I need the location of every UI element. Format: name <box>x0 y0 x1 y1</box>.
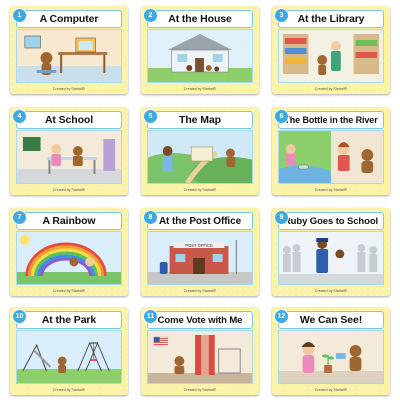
book-illustration <box>16 29 122 83</box>
book-illustration <box>278 231 384 285</box>
book-title-bar: 3 At the Library <box>274 8 384 28</box>
book-credit: Created by Starfall® <box>52 87 86 91</box>
post-office-sign: POST OFFICE <box>185 243 213 248</box>
book-credit: Created by Starfall® <box>314 388 348 392</box>
book-number-badge: 9 <box>274 210 289 225</box>
book-card[interactable]: 9 Ruby Goes to School Created by Starfal… <box>272 208 390 296</box>
book-number-badge: 1 <box>12 8 27 23</box>
book-credit: Created by Starfall® <box>52 188 86 192</box>
book-title-bar: 4 At School <box>12 109 122 129</box>
book-illustration <box>16 130 122 184</box>
book-title-bar: 1 A Computer <box>12 8 122 28</box>
book-number-badge: 4 <box>12 109 27 124</box>
book-credit: Created by Starfall® <box>183 289 217 293</box>
book-title: The Bottle in the River <box>284 115 378 125</box>
book-credit: Created by Starfall® <box>314 289 348 293</box>
book-card[interactable]: 7 A Rainbow Created by Starfall® <box>10 208 128 296</box>
book-title-bar: 10 At the Park <box>12 309 122 329</box>
book-title-bar: 9 Ruby Goes to School <box>274 210 384 230</box>
book-title-bar: 2 At the House <box>143 8 253 28</box>
book-card[interactable]: 2 At the House Created by Starfall® <box>141 6 259 94</box>
book-number-badge: 2 <box>143 8 158 23</box>
book-credit: Created by Starfall® <box>314 188 348 192</box>
book-title: At School <box>44 114 94 126</box>
book-card[interactable]: 3 At the Library Created by Starfall® <box>272 6 390 94</box>
book-title: At the Library <box>297 13 365 25</box>
book-illustration <box>147 130 253 184</box>
book-title-bar: 5 The Map <box>143 109 253 129</box>
book-title-bar: 6 The Bottle in the River <box>274 109 384 129</box>
book-number-badge: 11 <box>143 309 158 324</box>
book-title: A Rainbow <box>42 215 96 227</box>
book-number-badge: 10 <box>12 309 27 324</box>
book-title-bar: 11 Come Vote with Me <box>143 309 253 329</box>
book-illustration <box>16 330 122 384</box>
book-credit: Created by Starfall® <box>183 388 217 392</box>
book-illustration <box>147 330 253 384</box>
book-card[interactable]: 8 At the Post Office POST OFFICE Created… <box>141 208 259 296</box>
book-card[interactable]: 5 The Map Created by Starfall® <box>141 107 259 195</box>
book-credit: Created by Starfall® <box>52 289 86 293</box>
book-credit: Created by Starfall® <box>52 388 86 392</box>
book-card[interactable]: 12 We Can See! Created by Starfall® <box>272 307 390 395</box>
book-illustration: POST OFFICE <box>147 231 253 285</box>
book-number-badge: 6 <box>274 109 289 124</box>
book-title: At the House <box>168 13 232 25</box>
book-credit: Created by Starfall® <box>183 188 217 192</box>
book-title: We Can See! <box>299 314 363 326</box>
book-title: At the Park <box>41 314 97 326</box>
book-title: The Map <box>179 114 221 126</box>
book-card[interactable]: 10 At the Park Created by Starfall® <box>10 307 128 395</box>
book-title: Ruby Goes to School <box>283 215 379 227</box>
book-illustration <box>147 29 253 83</box>
book-number-badge: 3 <box>274 8 289 23</box>
book-credit: Created by Starfall® <box>314 87 348 91</box>
book-grid: 1 A Computer Created by Starfall® 2 At t… <box>0 0 400 400</box>
book-credit: Created by Starfall® <box>183 87 217 91</box>
book-number-badge: 7 <box>12 210 27 225</box>
book-title-bar: 12 We Can See! <box>274 309 384 329</box>
book-title: A Computer <box>39 13 99 25</box>
book-title: At the Post Office <box>158 215 242 227</box>
book-card[interactable]: 11 Come Vote with Me Created by Starfall… <box>141 307 259 395</box>
book-card[interactable]: 6 The Bottle in the River Created by Sta… <box>272 107 390 195</box>
book-title: Come Vote with Me <box>157 314 243 326</box>
book-illustration <box>278 29 384 83</box>
book-number-badge: 8 <box>143 210 158 225</box>
book-title-bar: 8 At the Post Office <box>143 210 253 230</box>
book-number-badge: 12 <box>274 309 289 324</box>
book-title-bar: 7 A Rainbow <box>12 210 122 230</box>
book-card[interactable]: 1 A Computer Created by Starfall® <box>10 6 128 94</box>
book-card[interactable]: 4 At School Created by Starfall® <box>10 107 128 195</box>
book-illustration <box>16 231 122 285</box>
book-illustration <box>278 130 384 184</box>
book-number-badge: 5 <box>143 109 158 124</box>
book-illustration <box>278 330 384 384</box>
